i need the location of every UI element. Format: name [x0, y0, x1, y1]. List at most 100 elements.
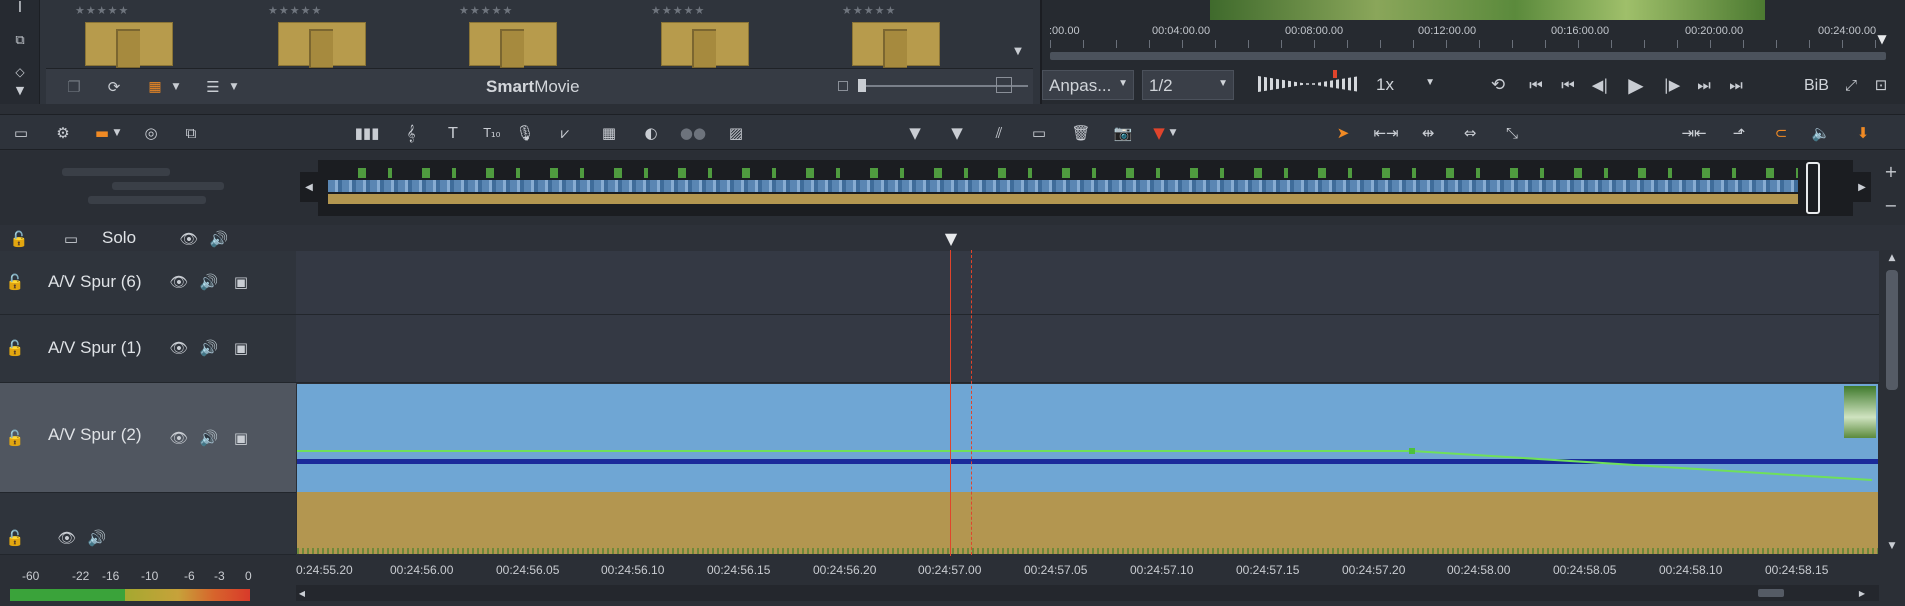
timeline-playhead-icon[interactable]: ▼ [940, 227, 962, 249]
mask-icon[interactable]: ●● [680, 123, 706, 143]
track-header[interactable]: 🔓 A/V Spur (1) 👁 🔊 ▣ [0, 315, 296, 383]
speaker-icon[interactable]: 🔊 [86, 527, 108, 549]
scroll-left-icon[interactable]: ◀ [296, 587, 308, 599]
preview-playhead-icon[interactable]: ▼ [1872, 32, 1892, 46]
navigator-right-arrow[interactable]: ▶ [1853, 172, 1871, 202]
dropdown-icon[interactable]: ▼ [8, 82, 32, 98]
track-area[interactable] [296, 251, 1879, 315]
split-icon[interactable]: ⫽ [988, 123, 1010, 143]
track-header-selected[interactable]: 🔓 A/V Spur (2) 👁 🔊 ▣ [0, 383, 296, 493]
unlock-icon[interactable]: 🔓 [4, 427, 26, 449]
eye-icon[interactable]: 👁 [56, 527, 78, 549]
media-thumbnail[interactable] [278, 22, 366, 69]
eye-icon[interactable]: 👁 [178, 229, 200, 249]
snapshot-icon[interactable]: 📷 [1112, 123, 1134, 143]
solo-label[interactable]: Solo [102, 228, 136, 248]
media-thumbnail[interactable] [852, 22, 940, 69]
speaker-icon[interactable]: 🔊 [208, 229, 230, 249]
fit-dropdown[interactable]: Anpas... ▼ [1042, 70, 1134, 100]
vertical-scrollbar[interactable]: ▲ ▼ [1880, 250, 1905, 577]
unlock-icon[interactable]: 🔓 [8, 229, 30, 249]
color-icon[interactable]: ◐ [640, 123, 662, 143]
eye-icon[interactable]: 👁 [168, 271, 190, 293]
previous-icon[interactable]: ⏮ [1556, 74, 1580, 96]
small-size-icon[interactable] [838, 81, 848, 91]
quality-dropdown[interactable]: 1/2 ▼ [1142, 70, 1234, 100]
track-tool-icon[interactable]: ▬ [92, 123, 112, 143]
storyboard-icon[interactable]: ▦ [598, 123, 620, 143]
track-label[interactable]: A/V Spur (2) [48, 425, 142, 445]
track-label[interactable]: A/V Spur (6) [48, 272, 142, 292]
microphone-icon[interactable]: 🎙 [514, 123, 536, 143]
scroll-thumb[interactable] [1886, 270, 1898, 390]
playhead-line[interactable] [950, 250, 951, 577]
diamond-icon[interactable]: ◇ [8, 64, 32, 80]
scroll-down-icon[interactable]: ▼ [1010, 44, 1026, 58]
smartmovie-label[interactable]: SmartMovie [486, 77, 580, 97]
monitor-icon[interactable]: ▭ [58, 229, 84, 249]
resize-icon[interactable]: ⧉ [10, 30, 30, 50]
stack-icon[interactable]: ❐ [64, 77, 84, 97]
track-header[interactable]: 🔓 👁 🔊 [0, 493, 296, 555]
navigator-strip[interactable] [318, 160, 1853, 216]
loop-icon[interactable]: ⟲ [1486, 74, 1510, 96]
chevron-down-icon[interactable]: ▼ [228, 77, 240, 97]
text-cursor-icon[interactable]: I [10, 0, 30, 16]
navigator-left-arrow[interactable]: ◀ [300, 172, 318, 202]
crop-icon[interactable]: ⊡ [1870, 74, 1892, 96]
horizontal-scrollbar[interactable]: ◀ ▶ [296, 585, 1879, 601]
eye-icon[interactable]: 👁 [168, 337, 190, 359]
unlock-icon[interactable]: 🔓 [4, 527, 26, 549]
camera-icon[interactable]: ▣ [230, 337, 252, 359]
slide-icon[interactable]: ⇔ [1458, 123, 1482, 143]
chevron-down-icon[interactable]: ▼ [170, 77, 182, 97]
unlock-icon[interactable]: 🔓 [4, 271, 26, 293]
stretch-icon[interactable]: ⤡ [1500, 123, 1524, 143]
music-icon[interactable]: 𝄞 [400, 123, 422, 143]
3d-title-icon[interactable]: T₁₀ [480, 123, 504, 143]
export-icon[interactable]: ⧉ [180, 123, 202, 143]
play-icon[interactable]: ▶ [1622, 72, 1650, 98]
transition-icon[interactable]: ⩗ [554, 123, 576, 143]
ripple-trim-icon[interactable]: ⇤⇥ [1373, 123, 1398, 143]
next-icon[interactable]: ⏭ [1692, 74, 1716, 96]
scroll-right-icon[interactable]: ▶ [1856, 587, 1868, 599]
trash-icon[interactable]: 🗑 [1070, 123, 1092, 143]
speaker-icon[interactable]: 🔊 [198, 271, 220, 293]
scroll-down-icon[interactable]: ▼ [1884, 540, 1900, 552]
image-icon[interactable]: ▨ [724, 123, 748, 143]
dynamic-length-icon[interactable]: ⇥⇤ [1681, 123, 1706, 143]
red-marker-icon[interactable]: ▼ [1150, 123, 1168, 143]
ripple-icon[interactable]: ▭ [1028, 123, 1050, 143]
go-to-end-icon[interactable]: ⏭ [1724, 74, 1748, 96]
zoom-out-icon[interactable]: − [1880, 194, 1902, 216]
camera-icon[interactable]: ▣ [230, 427, 252, 449]
pointer-tool-icon[interactable]: ➤ [1332, 123, 1354, 143]
sync-icon[interactable]: ⟳ [104, 77, 124, 97]
media-thumbnail[interactable] [469, 22, 557, 69]
step-forward-icon[interactable]: |▶ [1660, 74, 1684, 96]
large-size-icon[interactable] [996, 77, 1012, 93]
timeline-settings-icon[interactable]: ▭ [8, 123, 34, 143]
insert-mode-icon[interactable]: ⬏ [1728, 123, 1750, 143]
marker-icon[interactable]: ▼ [906, 123, 924, 143]
scroll-thumb[interactable] [1758, 589, 1784, 597]
marker-add-icon[interactable]: ▼ [948, 123, 966, 143]
speed-dropdown[interactable]: 1x ▼ [1370, 70, 1440, 100]
slider-handle[interactable] [858, 79, 866, 92]
title-icon[interactable]: T [442, 123, 464, 143]
preview-scrubber[interactable] [1050, 52, 1886, 60]
eye-icon[interactable]: 👁 [168, 427, 190, 449]
disc-icon[interactable]: ◎ [140, 123, 162, 143]
chevron-down-icon[interactable]: ▼ [1168, 123, 1178, 143]
audio-clip[interactable] [297, 492, 1878, 554]
track-area[interactable] [296, 315, 1879, 383]
grid-view-icon[interactable]: ▦ [144, 77, 166, 97]
scrub-audio-icon[interactable]: 🔈 [1810, 123, 1832, 143]
fullscreen-icon[interactable]: ⤢ [1840, 74, 1862, 96]
zoom-in-icon[interactable]: + [1880, 160, 1902, 182]
unlock-icon[interactable]: 🔓 [4, 337, 26, 359]
media-thumbnail[interactable] [661, 22, 749, 69]
list-view-icon[interactable]: ☰ [202, 77, 224, 97]
speaker-icon[interactable]: 🔊 [198, 337, 220, 359]
